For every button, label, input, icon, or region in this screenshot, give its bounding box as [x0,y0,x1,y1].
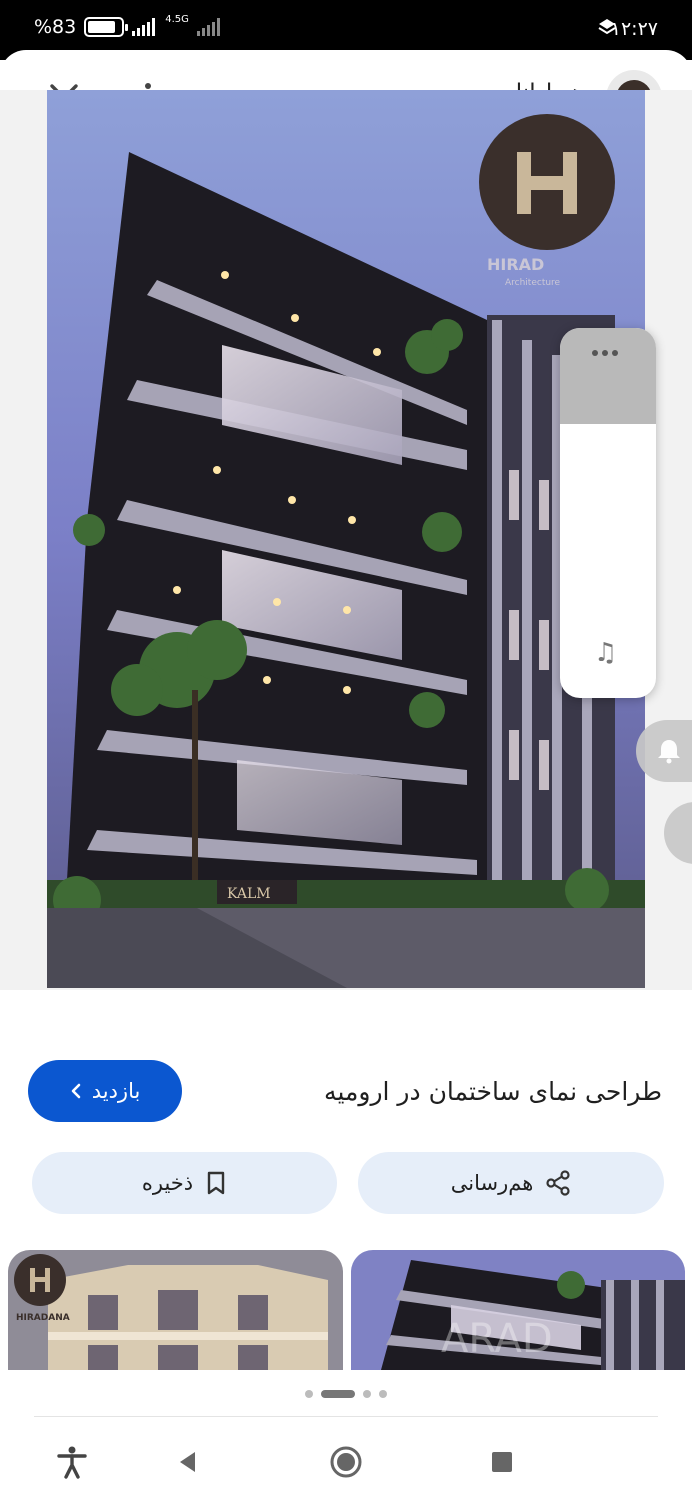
pager-dot[interactable] [363,1390,371,1398]
battery-level-fill [88,21,116,33]
building-render-image[interactable]: KALM HIRAD Architecture [47,90,645,988]
chevron-left-icon [71,1083,81,1099]
pager-dot[interactable] [305,1390,313,1398]
share-button-label: هم‌رسانی [450,1171,534,1195]
visit-button-label: بازدید [91,1079,141,1103]
image-preview-area: KALM HIRAD Architecture ♫ [0,90,692,990]
floating-bell-bubble[interactable] [636,720,692,782]
signal-strength-secondary-icon [196,18,220,36]
music-panel-header [560,328,656,424]
system-nav-bar [0,1420,692,1500]
thumb-right-watermark: ARAD [441,1316,553,1362]
nav-divider [34,1416,658,1417]
thumb-left-logo: HIRADANA [16,1313,70,1323]
related-image-thumbnail[interactable]: ARAD [351,1250,685,1370]
status-time: ۱۲:۲۷ [610,18,658,40]
pager-dots [0,1388,692,1400]
pager-dot[interactable] [321,1390,355,1398]
visit-button[interactable]: بازدید [28,1060,182,1122]
floating-side-bubble[interactable] [664,802,692,864]
related-image-thumbnail[interactable]: HIRADANA [8,1250,343,1370]
bookmark-icon [207,1171,225,1195]
save-button-label: ذخیره [141,1171,194,1195]
network-type-label: 4.5G [165,14,189,25]
signal-strength-icon [132,18,156,36]
save-button[interactable]: ذخیره [32,1152,337,1214]
floating-music-panel[interactable]: ♫ [560,328,656,698]
more-horizontal-icon[interactable] [592,350,618,356]
result-title[interactable]: طراحی نمای ساختمان در ارومیه [324,1077,662,1106]
bell-off-icon [658,740,680,764]
share-button[interactable]: هم‌رسانی [358,1152,664,1214]
logo-text: HIRAD [487,255,544,274]
logo-subtitle: Architecture [505,278,561,288]
battery-percent: %83 [34,16,77,38]
status-left-cluster: %83 4.5G [34,14,220,38]
music-note-icon[interactable]: ♫ [594,638,617,668]
home-icon[interactable] [326,1442,366,1482]
pager-dot[interactable] [379,1390,387,1398]
accessibility-icon[interactable] [52,1442,92,1482]
recents-icon[interactable] [482,1442,522,1482]
share-icon [546,1170,570,1196]
sign-text: KALM [227,886,271,902]
battery-icon [84,17,129,37]
back-icon[interactable] [168,1442,208,1482]
